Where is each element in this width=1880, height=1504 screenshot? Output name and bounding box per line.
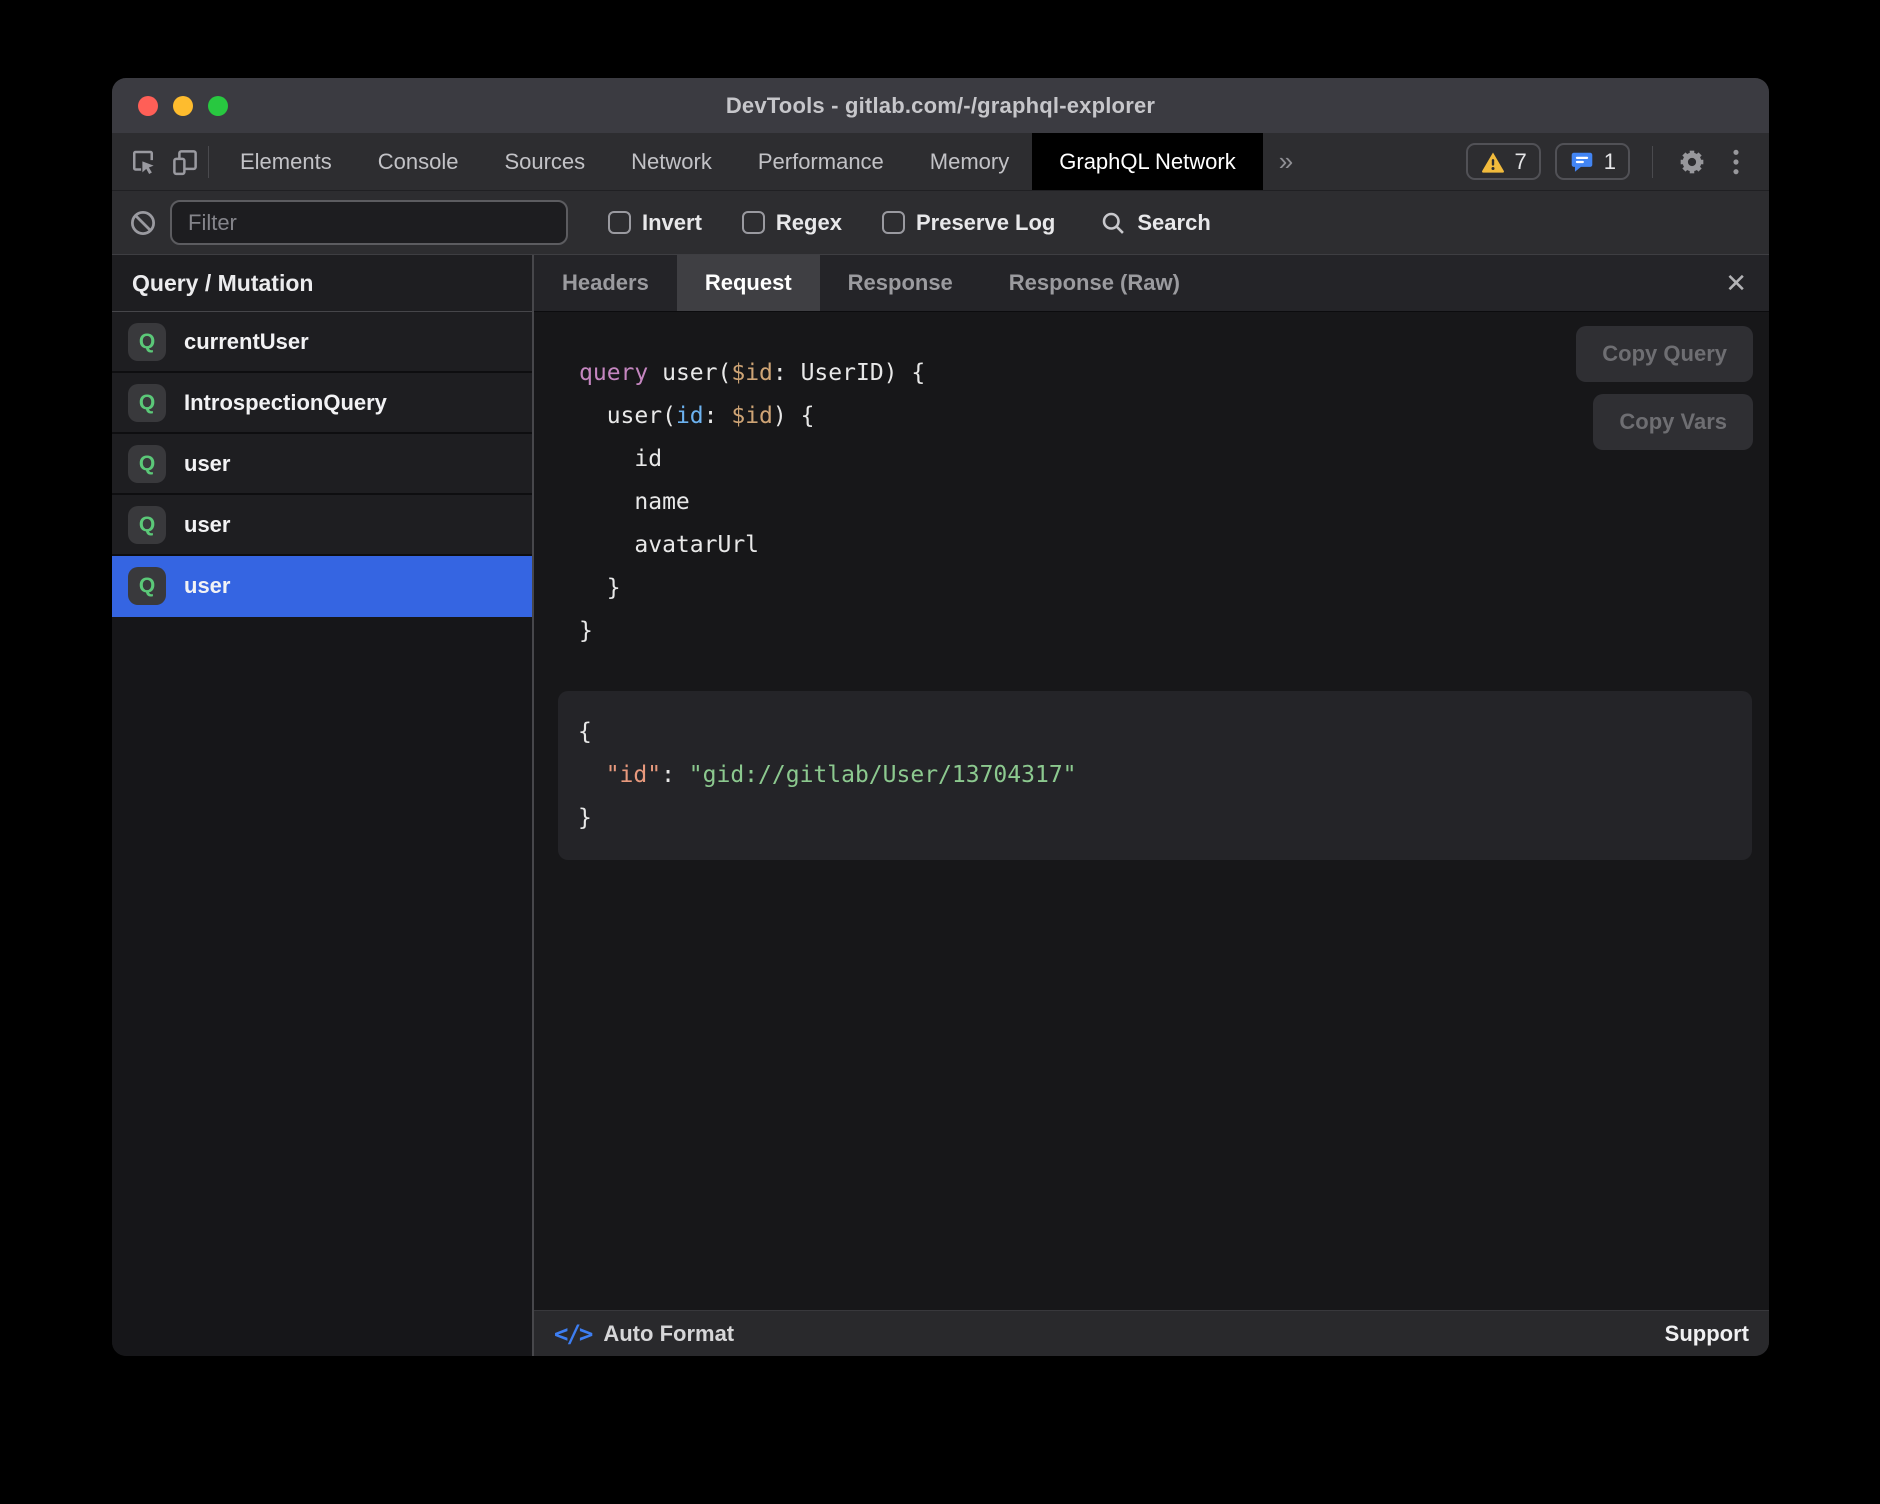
query-list-item[interactable]: Q user xyxy=(112,434,532,495)
detail-footer: </> Auto Format Support xyxy=(534,1310,1769,1356)
invert-checkbox[interactable] xyxy=(608,211,631,234)
request-content: query user($id: UserID) { user(id: $id) … xyxy=(534,312,1769,1310)
query-type-badge: Q xyxy=(128,384,166,422)
query-list-item-label: user xyxy=(184,451,230,477)
regex-checkbox[interactable] xyxy=(742,211,765,234)
query-list-item-label: currentUser xyxy=(184,329,309,355)
preserve-log-checkbox-group[interactable]: Preserve Log xyxy=(882,210,1055,236)
tab-graphql-network[interactable]: GraphQL Network xyxy=(1032,133,1262,190)
support-link[interactable]: Support xyxy=(1665,1321,1749,1347)
settings-gear-icon[interactable] xyxy=(1675,145,1709,179)
query-list-item-label: user xyxy=(184,573,230,599)
invert-label: Invert xyxy=(642,210,702,236)
device-toolbar-icon[interactable] xyxy=(170,147,200,177)
toolbar-separator xyxy=(1652,146,1653,178)
query-list-header: Query / Mutation xyxy=(112,255,532,312)
tab-console[interactable]: Console xyxy=(355,133,482,190)
more-tabs-button[interactable]: » xyxy=(1263,133,1309,190)
query-list-item-selected[interactable]: Q user xyxy=(112,556,532,617)
tab-elements[interactable]: Elements xyxy=(217,133,355,190)
block-requests-icon[interactable] xyxy=(128,208,158,238)
warning-icon xyxy=(1480,149,1506,175)
traffic-lights xyxy=(138,78,228,133)
inspect-element-icon[interactable] xyxy=(128,147,158,177)
devtools-window: DevTools - gitlab.com/-/graphql-explorer… xyxy=(112,78,1769,1356)
tab-request[interactable]: Request xyxy=(677,255,820,311)
query-list-item-label: IntrospectionQuery xyxy=(184,390,387,416)
query-type-badge: Q xyxy=(128,323,166,361)
query-list-item[interactable]: Q user xyxy=(112,495,532,556)
auto-format-label: Auto Format xyxy=(603,1321,734,1347)
tab-network[interactable]: Network xyxy=(608,133,735,190)
preserve-log-label: Preserve Log xyxy=(916,210,1055,236)
auto-format-button[interactable]: </> Auto Format xyxy=(554,1320,734,1348)
close-detail-icon[interactable]: ✕ xyxy=(1703,255,1769,311)
query-list-item[interactable]: Q IntrospectionQuery xyxy=(112,373,532,434)
query-list-panel: Query / Mutation Q currentUser Q Introsp… xyxy=(112,255,532,1356)
toolbar-separator xyxy=(208,146,209,178)
filter-bar: Invert Regex Preserve Log Search xyxy=(112,191,1769,255)
messages-badge[interactable]: 1 xyxy=(1555,143,1630,180)
preserve-log-checkbox[interactable] xyxy=(882,211,905,234)
message-count: 1 xyxy=(1604,149,1616,175)
query-variables-block: { "id": "gid://gitlab/User/13704317"} xyxy=(558,691,1752,860)
tab-response[interactable]: Response xyxy=(820,255,981,311)
query-type-badge: Q xyxy=(128,567,166,605)
copy-vars-button[interactable]: Copy Vars xyxy=(1593,394,1753,450)
request-detail-panel: Headers Request Response Response (Raw) … xyxy=(534,255,1769,1356)
code-brackets-icon: </> xyxy=(554,1320,591,1348)
detail-tab-bar: Headers Request Response Response (Raw) … xyxy=(534,255,1769,312)
regex-checkbox-group[interactable]: Regex xyxy=(742,210,842,236)
window-title: DevTools - gitlab.com/-/graphql-explorer xyxy=(726,93,1155,119)
warning-count: 7 xyxy=(1515,149,1527,175)
tab-headers[interactable]: Headers xyxy=(534,255,677,311)
query-type-badge: Q xyxy=(128,506,166,544)
search-control[interactable]: Search xyxy=(1099,209,1210,237)
query-type-badge: Q xyxy=(128,445,166,483)
main-toolbar: Elements Console Sources Network Perform… xyxy=(112,133,1769,191)
minimize-window-button[interactable] xyxy=(173,96,193,116)
copy-query-button[interactable]: Copy Query xyxy=(1576,326,1753,382)
tab-sources[interactable]: Sources xyxy=(481,133,608,190)
warnings-badge[interactable]: 7 xyxy=(1466,143,1541,180)
search-label: Search xyxy=(1137,210,1210,236)
title-bar: DevTools - gitlab.com/-/graphql-explorer xyxy=(112,78,1769,133)
query-list-item[interactable]: Q currentUser xyxy=(112,312,532,373)
invert-checkbox-group[interactable]: Invert xyxy=(608,210,702,236)
close-window-button[interactable] xyxy=(138,96,158,116)
search-icon xyxy=(1099,209,1127,237)
tab-memory[interactable]: Memory xyxy=(907,133,1032,190)
tab-response-raw[interactable]: Response (Raw) xyxy=(981,255,1208,311)
filter-input[interactable] xyxy=(170,200,568,245)
kebab-menu-icon[interactable] xyxy=(1723,147,1749,177)
message-bubble-icon xyxy=(1569,149,1595,175)
regex-label: Regex xyxy=(776,210,842,236)
query-list-item-label: user xyxy=(184,512,230,538)
tab-performance[interactable]: Performance xyxy=(735,133,907,190)
zoom-window-button[interactable] xyxy=(208,96,228,116)
